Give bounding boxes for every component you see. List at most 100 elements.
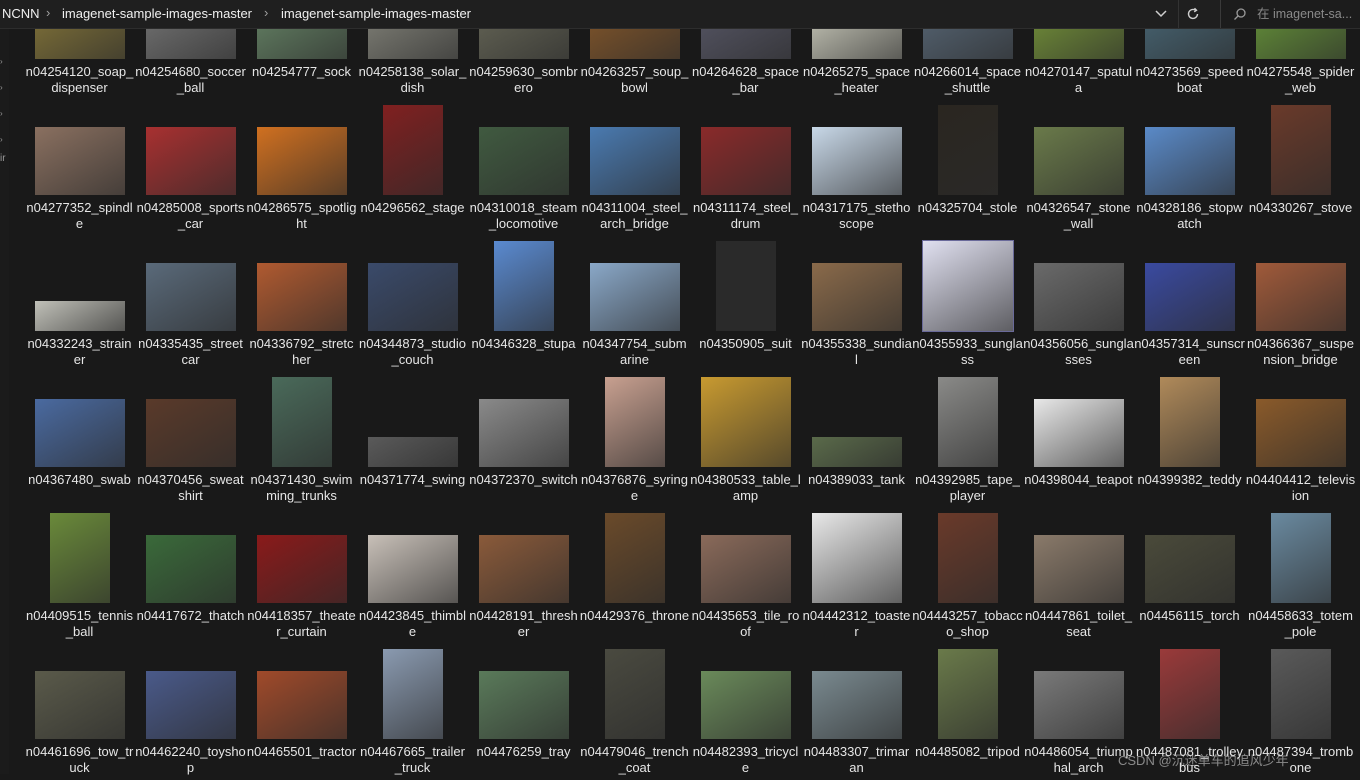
file-item[interactable]: n04366367_suspension_bridge <box>1245 236 1356 372</box>
file-item[interactable]: n04325704_stole <box>912 100 1023 236</box>
search-input[interactable] <box>1255 6 1359 22</box>
file-item[interactable]: n04332243_strainer <box>24 236 135 372</box>
file-item[interactable]: n04476259_tray <box>468 644 579 780</box>
thumbnail-image <box>812 513 902 603</box>
file-thumbnail <box>357 644 468 744</box>
file-item[interactable]: n04285008_sports_car <box>135 100 246 236</box>
file-name: n04355933_sunglass <box>912 336 1023 367</box>
file-item[interactable]: n04483307_trimaran <box>801 644 912 780</box>
file-item[interactable]: n04335435_streetcar <box>135 236 246 372</box>
file-item[interactable]: n04328186_stopwatch <box>1134 100 1245 236</box>
thumbnail-image <box>1256 263 1346 331</box>
file-item[interactable]: n04310018_steam_locomotive <box>468 100 579 236</box>
file-item[interactable]: n04311004_steel_arch_bridge <box>579 100 690 236</box>
nav-label-fragment[interactable]: ir <box>0 153 6 164</box>
file-name: n04347754_submarine <box>582 336 687 367</box>
file-item[interactable]: n04277352_spindle <box>24 100 135 236</box>
file-item[interactable]: n04326547_stone_wall <box>1023 100 1134 236</box>
file-item[interactable]: n04311174_steel_drum <box>690 100 801 236</box>
file-thumbnail <box>468 100 579 200</box>
file-item[interactable]: n04458633_totem_pole <box>1245 508 1356 644</box>
file-name: n04336792_stretcher <box>249 336 354 367</box>
file-name: n04317175_stethoscope <box>802 200 911 231</box>
file-item[interactable]: n04485082_tripod <box>912 644 1023 780</box>
file-item[interactable]: n04367480_swab <box>24 372 135 508</box>
file-item[interactable]: n04409515_tennis_ball <box>24 508 135 644</box>
file-item[interactable]: n04418357_theater_curtain <box>246 508 357 644</box>
file-item[interactable]: n04296562_stage <box>357 100 468 236</box>
file-item[interactable]: n04392985_tape_player <box>912 372 1023 508</box>
breadcrumb-root[interactable]: NCNN <box>2 6 40 21</box>
thumbnail-image <box>479 535 569 603</box>
file-item[interactable]: n04429376_throne <box>579 508 690 644</box>
thumbnail-image <box>368 437 458 467</box>
file-item[interactable]: n04355933_sunglass <box>912 236 1023 372</box>
file-thumbnail <box>246 644 357 744</box>
history-dropdown-button[interactable] <box>1146 0 1176 28</box>
thumbnail-image <box>383 105 443 195</box>
file-item[interactable]: n04336792_stretcher <box>246 236 357 372</box>
thumbnail-image <box>1145 127 1235 195</box>
file-item[interactable]: n04399382_teddy <box>1134 372 1245 508</box>
file-thumbnail <box>357 372 468 472</box>
expand-icon[interactable]: › <box>0 109 3 118</box>
file-item[interactable]: n04347754_submarine <box>579 236 690 372</box>
file-item[interactable]: n04428191_thresher <box>468 508 579 644</box>
chevron-right-icon[interactable]: › <box>264 5 268 20</box>
file-item[interactable]: n04398044_teapot <box>1023 372 1134 508</box>
file-name: n04423845_thimble <box>359 608 466 639</box>
file-item[interactable]: n04423845_thimble <box>357 508 468 644</box>
file-item[interactable]: n04442312_toaster <box>801 508 912 644</box>
file-item[interactable]: n04461696_tow_truck <box>24 644 135 780</box>
file-item[interactable]: n04286575_spotlight <box>246 100 357 236</box>
thumbnail-image <box>1256 399 1346 467</box>
file-thumbnail <box>1134 236 1245 336</box>
file-name: n04266014_space_shuttle <box>914 64 1021 95</box>
file-item[interactable]: n04447861_toilet_seat <box>1023 508 1134 644</box>
file-item[interactable]: n04330267_stove <box>1245 100 1356 236</box>
file-thumbnail <box>246 100 357 200</box>
thumbnail-image <box>605 649 665 739</box>
file-item[interactable]: n04344873_studio_couch <box>357 236 468 372</box>
expand-icon[interactable]: › <box>0 135 3 144</box>
file-item[interactable]: n04350905_suit <box>690 236 801 372</box>
breadcrumb-folder-1[interactable]: imagenet-sample-images-master <box>62 6 252 21</box>
file-item[interactable]: n04479046_trench_coat <box>579 644 690 780</box>
file-item[interactable]: n04357314_sunscreen <box>1134 236 1245 372</box>
expand-icon[interactable]: › <box>0 83 3 92</box>
breadcrumb-folder-2[interactable]: imagenet-sample-images-master <box>281 6 471 21</box>
file-item[interactable]: n04317175_stethoscope <box>801 100 912 236</box>
file-item[interactable]: n04417672_thatch <box>135 508 246 644</box>
file-item[interactable]: n04371774_swing <box>357 372 468 508</box>
file-item[interactable]: n04355338_sundial <box>801 236 912 372</box>
thumbnail-image <box>35 671 125 739</box>
chevron-right-icon[interactable]: › <box>46 5 50 20</box>
thumbnail-image <box>146 399 236 467</box>
file-item[interactable]: n04346328_stupa <box>468 236 579 372</box>
file-item[interactable]: n04380533_table_lamp <box>690 372 801 508</box>
file-item[interactable]: n04370456_sweatshirt <box>135 372 246 508</box>
search-box[interactable] <box>1220 0 1360 28</box>
file-item[interactable]: n04462240_toyshop <box>135 644 246 780</box>
file-name: n04264628_space_bar <box>692 64 799 95</box>
file-item[interactable]: n04371430_swimming_trunks <box>246 372 357 508</box>
file-name: n04367480_swab <box>28 472 131 487</box>
file-item[interactable]: n04443257_tobacco_shop <box>912 508 1023 644</box>
file-item[interactable]: n04376876_syringe <box>579 372 690 508</box>
file-item[interactable]: n04467665_trailer_truck <box>357 644 468 780</box>
file-item[interactable]: n04435653_tile_roof <box>690 508 801 644</box>
file-item[interactable]: n04465501_tractor <box>246 644 357 780</box>
file-item[interactable]: n04356056_sunglasses <box>1023 236 1134 372</box>
refresh-button[interactable] <box>1178 0 1207 28</box>
navigation-pane-edge[interactable]: › › › › ir <box>0 29 9 774</box>
file-thumbnail <box>1245 100 1356 200</box>
file-thumbnail <box>135 372 246 472</box>
file-item[interactable]: n04389033_tank <box>801 372 912 508</box>
thumbnail-image <box>1034 535 1124 603</box>
file-item[interactable]: n04404412_television <box>1245 372 1356 508</box>
expand-icon[interactable]: › <box>0 57 3 66</box>
file-name: n04443257_tobacco_shop <box>912 608 1023 639</box>
file-item[interactable]: n04372370_switch <box>468 372 579 508</box>
file-item[interactable]: n04482393_tricycle <box>690 644 801 780</box>
file-item[interactable]: n04456115_torch <box>1134 508 1245 644</box>
